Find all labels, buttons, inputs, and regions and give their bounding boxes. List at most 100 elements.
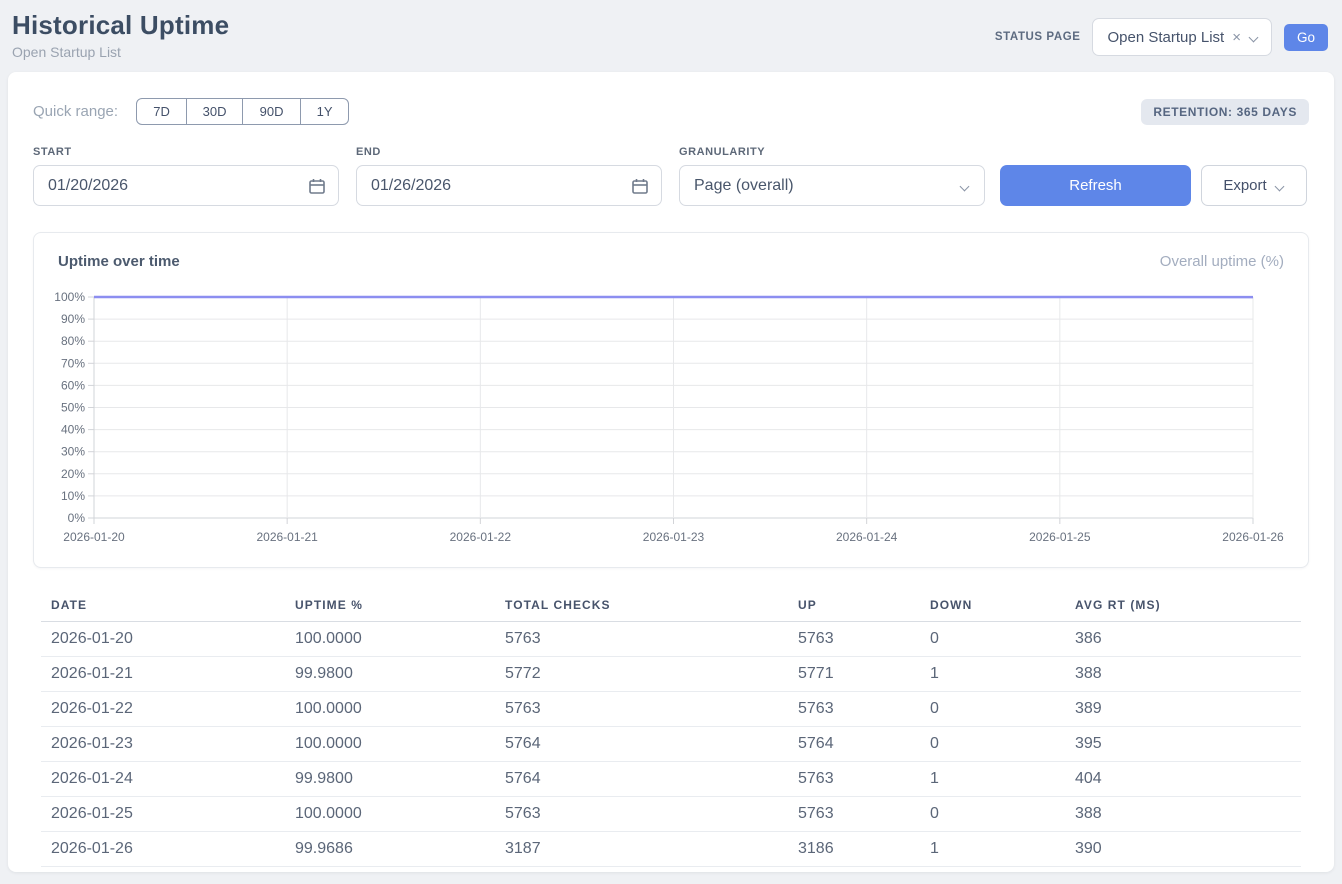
end-date-input[interactable] [357,166,661,205]
table-cell: 5763 [495,797,788,832]
svg-text:0%: 0% [68,511,86,525]
start-label: START [33,146,339,158]
table-cell: 5763 [788,622,920,657]
chart-y-axis-labels: 0%10%20%30%40%50%60%70%80%90%100% [54,290,85,525]
table-cell: 2026-01-26 [41,832,285,867]
table-cell: 1 [920,832,1065,867]
granularity-select[interactable]: Page (overall) [679,165,985,206]
top-header: Historical Uptime Open Startup List STAT… [0,0,1342,72]
table-cell: 2026-01-20 [41,622,285,657]
start-date-field: START [33,146,339,206]
table-cell: 5764 [788,727,920,762]
refresh-button[interactable]: Refresh [1000,165,1191,206]
clear-icon[interactable]: × [1232,29,1241,46]
svg-text:2026-01-23: 2026-01-23 [643,530,705,544]
svg-text:100%: 100% [54,290,85,304]
table-cell: 390 [1065,832,1301,867]
quick-range-row: Quick range: 7D 30D 90D 1Y RETENTION: 36… [33,98,1309,125]
chart-x-axis-labels: 2026-01-202026-01-212026-01-222026-01-23… [63,530,1284,544]
chevron-down-icon [960,181,970,191]
quick-range-30d-button[interactable]: 30D [186,98,243,125]
uptime-chart-card: Uptime over time Overall uptime (%) 0%10… [33,232,1309,568]
table-row: 2026-01-20100.0000576357630386 [41,622,1301,657]
quick-range-90d-button[interactable]: 90D [242,98,301,125]
svg-text:2026-01-26: 2026-01-26 [1222,530,1284,544]
table-cell: 5763 [788,797,920,832]
go-button[interactable]: Go [1284,24,1328,51]
table-cell: 0 [920,692,1065,727]
export-button-label: Export [1223,177,1266,194]
header-right: STATUS PAGE Open Startup List × Go [995,18,1328,56]
svg-text:50%: 50% [61,401,85,415]
start-date-input[interactable] [34,166,338,205]
svg-text:2026-01-22: 2026-01-22 [450,530,512,544]
table-cell: 99.9800 [285,657,495,692]
table-cell: 1 [920,762,1065,797]
table-cell: 1 [920,657,1065,692]
table-row: 2026-01-22100.0000576357630389 [41,692,1301,727]
quick-range-label: Quick range: [33,103,118,120]
table-cell: 404 [1065,762,1301,797]
table-column-header: UPTIME % [285,592,495,622]
svg-text:20%: 20% [61,467,85,481]
svg-text:10%: 10% [61,489,85,503]
table-row: 2026-01-2499.9800576457631404 [41,762,1301,797]
table-cell: 395 [1065,727,1301,762]
table-cell: 3187 [495,832,788,867]
table-row: 2026-01-2699.9686318731861390 [41,832,1301,867]
table-cell: 2026-01-25 [41,797,285,832]
retention-badge: RETENTION: 365 DAYS [1141,99,1309,125]
table-cell: 99.9800 [285,762,495,797]
table-cell: 5763 [788,692,920,727]
chart-legend: Overall uptime (%) [1160,253,1284,270]
export-button[interactable]: Export [1201,165,1307,206]
chart-grid [88,297,1253,524]
table-row: 2026-01-2199.9800577257711388 [41,657,1301,692]
end-label: END [356,146,662,158]
table-cell: 100.0000 [285,797,495,832]
table-cell: 100.0000 [285,622,495,657]
table-cell: 386 [1065,622,1301,657]
svg-text:2026-01-25: 2026-01-25 [1029,530,1091,544]
svg-text:40%: 40% [61,423,85,437]
svg-text:80%: 80% [61,334,85,348]
status-page-selected-value: Open Startup List [1107,29,1224,46]
svg-text:30%: 30% [61,445,85,459]
uptime-chart: 0%10%20%30%40%50%60%70%80%90%100%2026-01… [34,289,1308,566]
table-cell: 99.9686 [285,832,495,867]
quick-range-1y-button[interactable]: 1Y [300,98,349,125]
filter-row: START END [33,146,1309,206]
table-column-header: DOWN [920,592,1065,622]
table-cell: 5771 [788,657,920,692]
uptime-table: DATEUPTIME %TOTAL CHECKSUPDOWNAVG RT (MS… [33,592,1309,867]
calendar-icon[interactable] [308,177,326,195]
table-cell: 0 [920,797,1065,832]
calendar-icon[interactable] [631,177,649,195]
table-row: 2026-01-25100.0000576357630388 [41,797,1301,832]
table-cell: 5763 [788,762,920,797]
granularity-selected-value: Page (overall) [694,177,794,195]
table-cell: 0 [920,727,1065,762]
table-cell: 0 [920,622,1065,657]
table-cell: 2026-01-23 [41,727,285,762]
table-cell: 2026-01-22 [41,692,285,727]
table-cell: 2026-01-21 [41,657,285,692]
title-block: Historical Uptime Open Startup List [12,10,229,60]
status-page-select[interactable]: Open Startup List × [1092,18,1272,56]
table-column-header: UP [788,592,920,622]
svg-text:2026-01-20: 2026-01-20 [63,530,125,544]
quick-range-group: 7D 30D 90D 1Y [136,98,349,125]
table-cell: 5763 [495,622,788,657]
table-cell: 388 [1065,657,1301,692]
granularity-label: GRANULARITY [679,146,985,158]
svg-text:90%: 90% [61,312,85,326]
svg-text:60%: 60% [61,378,85,392]
table-cell: 100.0000 [285,692,495,727]
table-cell: 2026-01-24 [41,762,285,797]
main-panel: Quick range: 7D 30D 90D 1Y RETENTION: 36… [8,72,1334,872]
table-column-header: AVG RT (MS) [1065,592,1301,622]
page-title: Historical Uptime [12,10,229,41]
table-column-header: DATE [41,592,285,622]
chevron-down-icon [1249,32,1259,42]
quick-range-7d-button[interactable]: 7D [136,98,187,125]
